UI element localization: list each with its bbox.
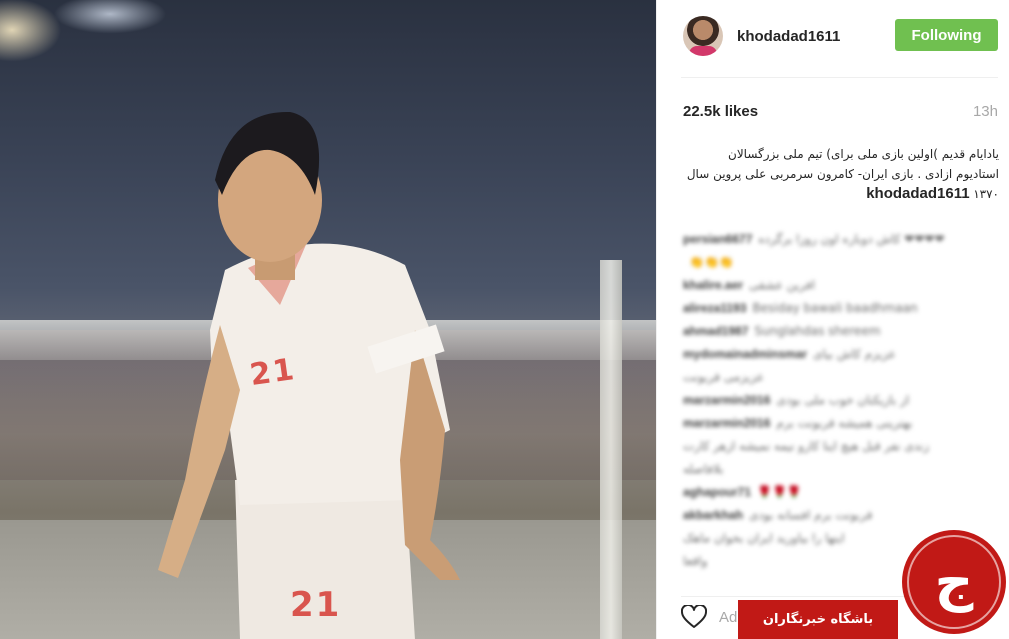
comment-item: mydomainadminsmar عزیزم کاش بیای	[683, 347, 999, 361]
comment-item: زندی نفر قبل هیچ اینا کارو نیمه نمیشه از…	[683, 439, 999, 453]
comment-text: کاش دوباره اون روزا برگرده ❤❤❤❤	[758, 232, 945, 246]
comment-item: persian6677 کاش دوباره اون روزا برگرده ❤❤…	[683, 232, 999, 246]
likes-count[interactable]: 22.5k likes	[683, 103, 758, 120]
comment-item: alireza1193 Besiday bawali baadhmaan	[683, 301, 999, 315]
comment-text: قربونت برم افسانه بودی	[749, 508, 873, 522]
comment-text: افرین عشقی	[749, 278, 815, 292]
avatar-shirt	[689, 46, 717, 56]
comment-username[interactable]: alireza1193	[683, 301, 746, 315]
post-time[interactable]: 13h	[973, 103, 998, 120]
comment-username[interactable]: khalire.aer	[683, 278, 743, 292]
header-username[interactable]: khodadad1611	[737, 28, 840, 45]
comment-item: marzarmin2016 بهترینی همیشه قربونت برم	[683, 416, 999, 430]
comment-text: Besiday bawali baadhmaan	[752, 301, 918, 315]
comment-item: 👏👏👏	[683, 255, 999, 269]
comment-item: marzarmin2016 از بازیکنان خوب ملی بودی	[683, 393, 999, 407]
watermark-logo-icon: ج	[902, 530, 1006, 634]
post-header: khodadad1611 Following	[681, 14, 998, 78]
comment-item: akbarkhah قربونت برم افسانه بودی	[683, 508, 999, 522]
caption-username[interactable]: khodadad1611	[866, 185, 969, 202]
watermark-badge: باشگاه خبرنگاران	[738, 600, 898, 639]
comment-item: aghapour71 🌹🌹🌹	[683, 485, 999, 499]
profile-avatar[interactable]	[683, 16, 723, 56]
following-button[interactable]: Following	[895, 19, 998, 51]
comment-item: ahmad1987 Sunglahdas shereem	[683, 324, 999, 338]
comment-username[interactable]: ahmad1987	[683, 324, 748, 338]
likes-row: 22.5k likes 13h	[683, 101, 998, 121]
comment-text: از بازیکنان خوب ملی بودی	[776, 393, 910, 407]
comment-text: Sunglahdas shereem	[754, 324, 881, 338]
comment-username[interactable]: akbarkhah	[683, 508, 743, 522]
comment-text: 🌹🌹🌹	[757, 485, 802, 499]
shirt-number-shorts: 21	[290, 585, 342, 625]
comment-username[interactable]: marzarmin2016	[683, 416, 770, 430]
comment-text: عزیزمی قربونت	[683, 370, 765, 384]
comment-username[interactable]: aghapour71	[683, 485, 751, 499]
comment-text: واقعا	[683, 554, 708, 568]
comment-text: زندی نفر قبل هیچ اینا کارو نیمه نمیشه از…	[683, 439, 930, 453]
goalpost	[600, 260, 622, 639]
comment-username[interactable]: marzarmin2016	[683, 393, 770, 407]
comment-username[interactable]: persian6677	[683, 232, 752, 246]
comment-item: khalire.aer افرین عشقی	[683, 278, 999, 292]
post-caption: یادایام قدیم )اولین بازی ملی برای) تیم م…	[683, 144, 999, 204]
comment-text: عزیزم کاش بیای	[813, 347, 896, 361]
comment-text: 👏👏👏	[689, 255, 734, 269]
shirt-number-chest: 21	[247, 351, 298, 394]
comments-list: persian6677 کاش دوباره اون روزا برگرده ❤❤…	[683, 232, 999, 577]
comment-text: اینها را بیاورید ایران بخوان ماهک	[683, 531, 845, 545]
comment-text: بهترینی همیشه قربونت برم	[776, 416, 913, 430]
comment-item: عزیزمی قربونت	[683, 370, 999, 384]
comment-text: بلافاصله	[683, 462, 724, 476]
watermark-logo-glyph: ج	[935, 550, 974, 613]
comment-username[interactable]: mydomainadminsmar	[683, 347, 807, 361]
heart-outline-icon[interactable]	[681, 605, 707, 629]
comment-item: بلافاصله	[683, 462, 999, 476]
post-photo[interactable]: 21 21	[0, 0, 656, 639]
player-figure	[158, 111, 460, 639]
